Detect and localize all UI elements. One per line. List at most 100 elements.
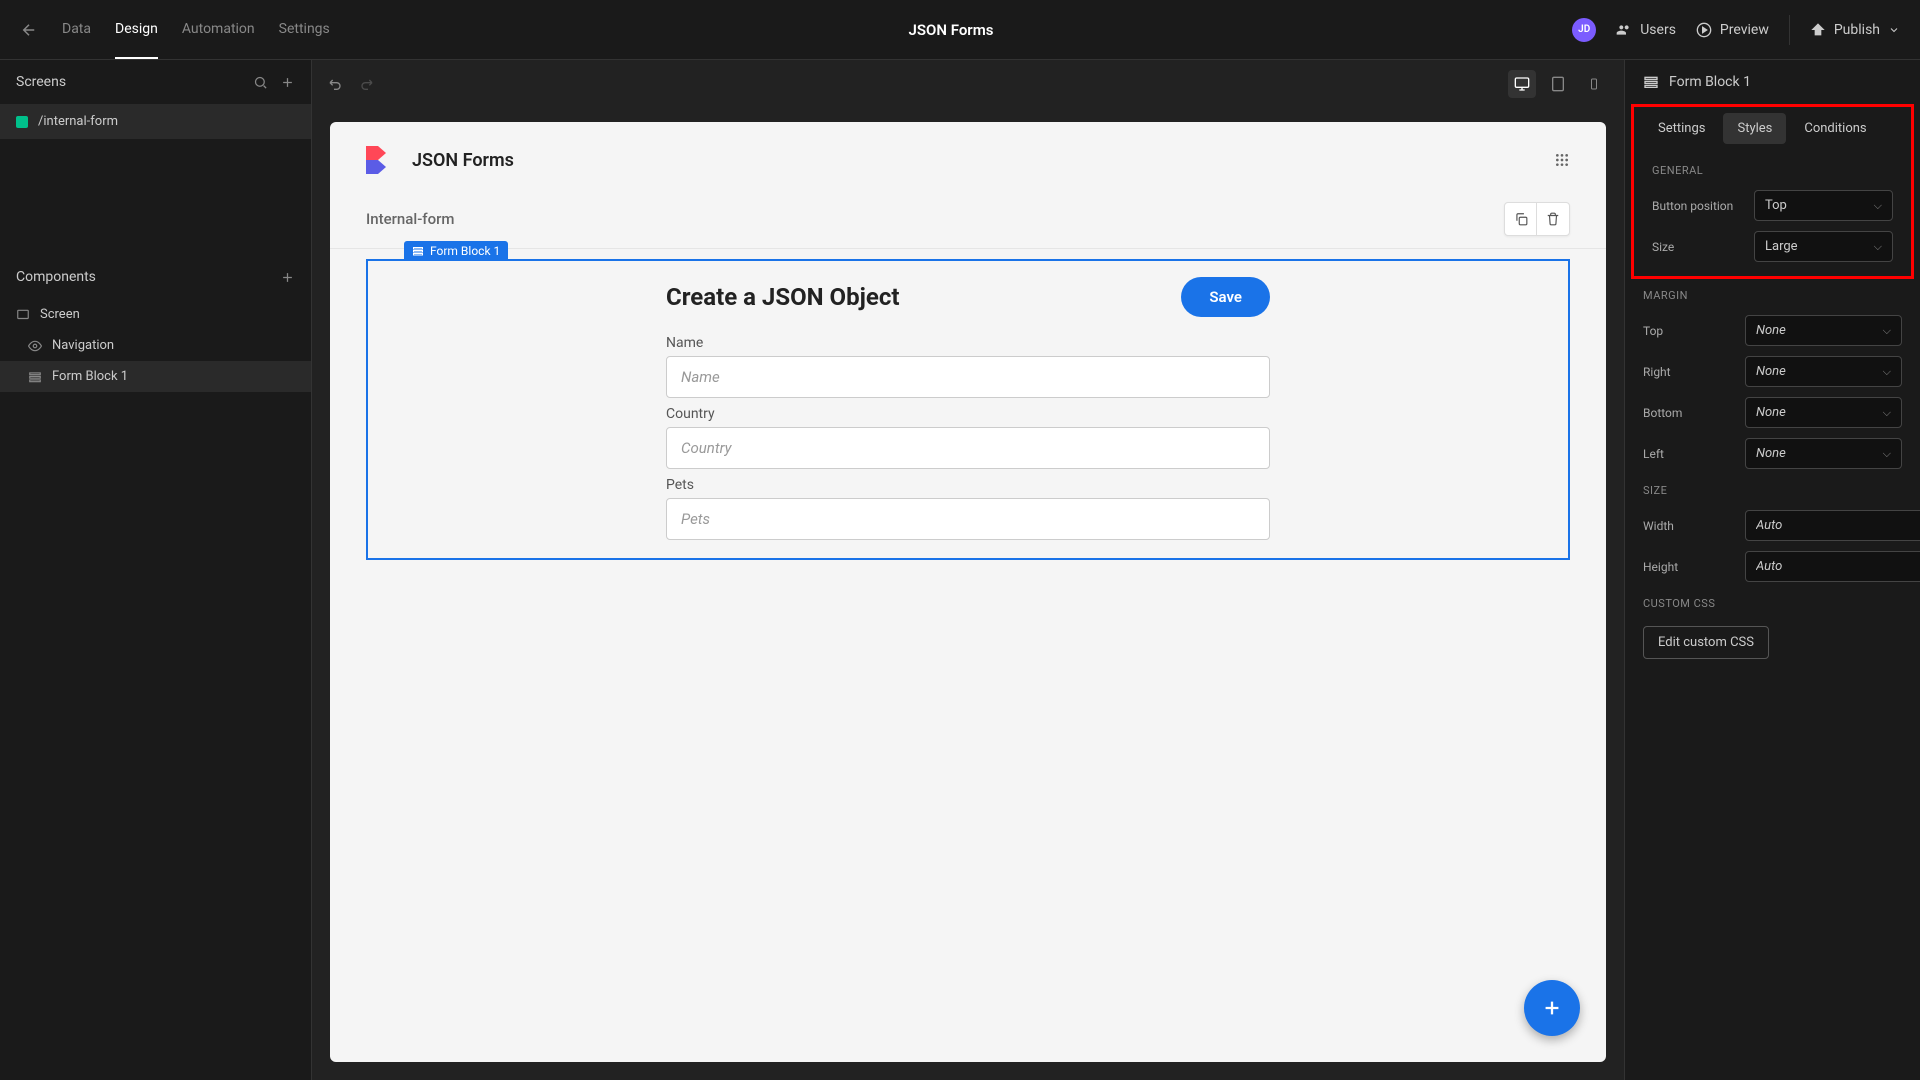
screens-title: Screens xyxy=(16,74,66,90)
button-position-value: Top xyxy=(1765,198,1787,213)
margin-right-label: Right xyxy=(1643,365,1733,379)
button-position-select[interactable]: Top ⌵ xyxy=(1754,190,1893,221)
canvas[interactable]: JSON Forms Internal-form Form xyxy=(330,122,1606,1062)
pets-input[interactable] xyxy=(666,498,1270,540)
button-position-label: Button position xyxy=(1652,199,1742,213)
size-section-title: SIZE xyxy=(1625,474,1920,505)
nav-tab-data[interactable]: Data xyxy=(62,1,91,59)
screen-actions xyxy=(1504,202,1570,236)
form-title: Create a JSON Object xyxy=(666,283,899,311)
grip-icon[interactable] xyxy=(1554,152,1570,168)
search-icon[interactable] xyxy=(253,75,268,90)
eye-icon xyxy=(28,339,42,353)
size-select-label: Size xyxy=(1652,240,1742,254)
separator xyxy=(1789,15,1790,45)
component-item-form-block[interactable]: Form Block 1 xyxy=(0,361,311,392)
margin-right-row: Right None ⌵ xyxy=(1625,351,1920,392)
components-title: Components xyxy=(16,269,96,285)
nav-tab-settings[interactable]: Settings xyxy=(279,1,330,59)
edit-css-button[interactable]: Edit custom CSS xyxy=(1643,626,1769,659)
preview-button[interactable]: Preview xyxy=(1696,22,1769,38)
rp-tab-conditions[interactable]: Conditions xyxy=(1790,113,1880,144)
screen-icon xyxy=(16,308,30,322)
highlighted-section: Settings Styles Conditions GENERAL Butto… xyxy=(1631,104,1914,279)
size-select[interactable]: Large ⌵ xyxy=(1754,231,1893,262)
button-position-row: Button position Top ⌵ xyxy=(1634,185,1911,226)
duplicate-icon[interactable] xyxy=(1505,203,1537,235)
redo-icon[interactable] xyxy=(358,76,374,92)
device-tablet-icon[interactable] xyxy=(1544,70,1572,98)
field-label-name: Name xyxy=(666,335,1270,351)
undo-icon[interactable] xyxy=(328,76,344,92)
width-input[interactable] xyxy=(1745,510,1920,541)
publish-label: Publish xyxy=(1834,22,1880,38)
margin-top-select[interactable]: None ⌵ xyxy=(1745,315,1902,346)
topbar-left: Data Design Automation Settings xyxy=(20,1,330,59)
topbar: Data Design Automation Settings JSON For… xyxy=(0,0,1920,60)
topbar-right: JD Users Preview Publish xyxy=(1572,15,1900,45)
margin-top-row: Top None⌵ xyxy=(1625,310,1920,351)
main: Screens /internal-form Components Screen… xyxy=(0,60,1920,1080)
avatar[interactable]: JD xyxy=(1572,18,1596,42)
chevron-down-icon: ⌵ xyxy=(1874,199,1882,213)
preview-label: Preview xyxy=(1720,22,1769,38)
right-panel: Form Block 1 Settings Styles Conditions … xyxy=(1624,60,1920,1080)
users-button[interactable]: Users xyxy=(1616,22,1676,38)
back-icon[interactable] xyxy=(20,21,38,39)
selected-tag-label: Form Block 1 xyxy=(430,244,500,258)
logo-icon xyxy=(366,144,398,176)
delete-icon[interactable] xyxy=(1537,203,1569,235)
margin-bottom-select[interactable]: None⌵ xyxy=(1745,397,1902,428)
form-icon xyxy=(28,370,42,384)
add-component-icon[interactable] xyxy=(280,270,295,285)
rp-tab-settings[interactable]: Settings xyxy=(1644,113,1719,144)
component-label: Screen xyxy=(40,307,80,322)
field-label-country: Country xyxy=(666,406,1270,422)
publish-button[interactable]: Publish xyxy=(1810,22,1900,38)
users-label: Users xyxy=(1640,22,1676,38)
margin-right-select[interactable]: None ⌵ xyxy=(1745,356,1902,387)
brand-title: JSON Forms xyxy=(412,150,514,171)
rp-tab-styles[interactable]: Styles xyxy=(1723,113,1786,144)
screen-status-icon xyxy=(16,116,28,128)
right-panel-header: Form Block 1 xyxy=(1625,60,1920,104)
chevron-down-icon: ⌵ xyxy=(1883,324,1891,338)
fab-add-button[interactable] xyxy=(1524,980,1580,1036)
height-label: Height xyxy=(1643,560,1733,574)
height-input[interactable] xyxy=(1745,551,1920,582)
screen-item[interactable]: /internal-form xyxy=(0,104,311,139)
form-top: Create a JSON Object Save xyxy=(666,277,1270,317)
margin-left-value: None xyxy=(1756,446,1786,461)
add-screen-icon[interactable] xyxy=(280,75,295,90)
component-item-navigation[interactable]: Navigation xyxy=(0,330,311,361)
component-label: Form Block 1 xyxy=(52,369,128,384)
css-section-title: CUSTOM CSS xyxy=(1625,587,1920,618)
nav-tab-design[interactable]: Design xyxy=(115,1,158,59)
margin-top-value: None xyxy=(1756,323,1786,338)
brand: JSON Forms xyxy=(366,144,514,176)
screens-header: Screens xyxy=(0,60,311,104)
chevron-down-icon: ⌵ xyxy=(1883,365,1891,379)
chevron-down-icon: ⌵ xyxy=(1883,447,1891,461)
margin-bottom-label: Bottom xyxy=(1643,406,1733,420)
device-mobile-icon[interactable] xyxy=(1580,70,1608,98)
country-input[interactable] xyxy=(666,427,1270,469)
name-input[interactable] xyxy=(666,356,1270,398)
component-item-screen[interactable]: Screen xyxy=(0,299,311,330)
form-block[interactable]: Form Block 1 Create a JSON Object Save N… xyxy=(366,259,1570,560)
width-label: Width xyxy=(1643,519,1733,533)
nav-tabs: Data Design Automation Settings xyxy=(62,1,330,59)
save-button[interactable]: Save xyxy=(1181,277,1270,317)
margin-section-title: MARGIN xyxy=(1625,279,1920,310)
chevron-down-icon: ⌵ xyxy=(1874,240,1882,254)
form-icon xyxy=(1643,74,1659,90)
screen-name: /internal-form xyxy=(38,114,118,129)
left-panel: Screens /internal-form Components Screen… xyxy=(0,60,312,1080)
general-section-title: GENERAL xyxy=(1634,154,1911,185)
margin-left-row: Left None⌵ xyxy=(1625,433,1920,474)
nav-tab-automation[interactable]: Automation xyxy=(182,1,255,59)
device-desktop-icon[interactable] xyxy=(1508,70,1536,98)
margin-left-select[interactable]: None ⌵ xyxy=(1745,438,1902,469)
margin-right-value: None xyxy=(1756,364,1786,379)
size-select-row: Size Large ⌵ xyxy=(1634,226,1911,276)
